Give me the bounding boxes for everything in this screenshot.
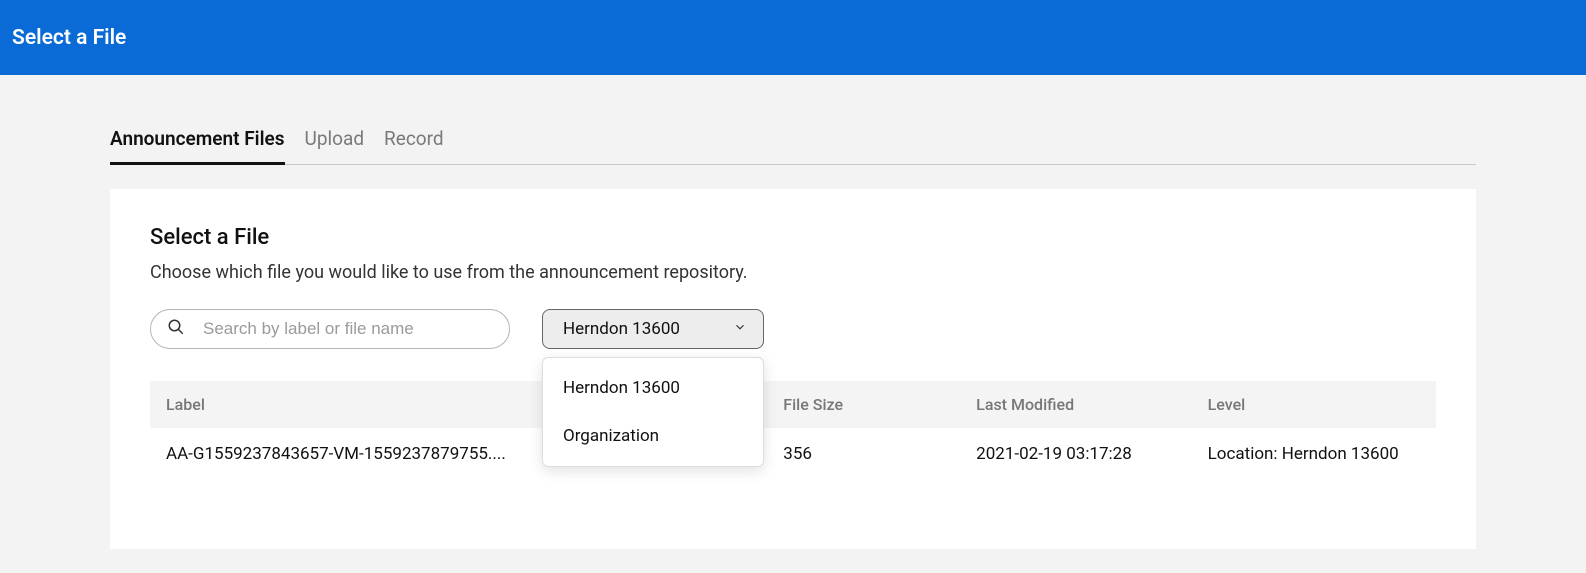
panel-description: Choose which file you would like to use … xyxy=(150,262,1436,283)
dropdown-option-organization[interactable]: Organization xyxy=(543,412,763,460)
search-input[interactable] xyxy=(203,319,493,339)
search-icon xyxy=(167,318,185,340)
files-table: Label File Size Last Modified Level AA-G… xyxy=(150,381,1436,480)
cell-level: Location: Herndon 13600 xyxy=(1192,428,1436,480)
tab-announcement-files[interactable]: Announcement Files xyxy=(110,127,285,165)
header-title: Select a File xyxy=(12,26,126,50)
cell-lastmodified: 2021-02-19 03:17:28 xyxy=(960,428,1191,480)
dropdown-selected-label: Herndon 13600 xyxy=(563,319,680,339)
panel: Select a File Choose which file you woul… xyxy=(110,189,1476,549)
tab-upload[interactable]: Upload xyxy=(305,127,365,164)
dropdown-option-herndon[interactable]: Herndon 13600 xyxy=(543,364,763,412)
col-header-filesize[interactable]: File Size xyxy=(767,381,960,428)
cell-filesize: 356 xyxy=(767,428,960,480)
location-dropdown: Herndon 13600 Herndon 13600 Organization xyxy=(542,309,764,349)
col-header-lastmodified[interactable]: Last Modified xyxy=(960,381,1191,428)
panel-title: Select a File xyxy=(150,225,1436,250)
location-dropdown-menu: Herndon 13600 Organization xyxy=(542,357,764,467)
tab-record[interactable]: Record xyxy=(384,127,444,164)
chevron-down-icon xyxy=(733,319,747,339)
table-row[interactable]: AA-G1559237843657-VM-1559237879755.... 3… xyxy=(150,428,1436,480)
controls-row: Herndon 13600 Herndon 13600 Organization xyxy=(150,309,1436,349)
header-bar: Select a File xyxy=(0,0,1586,75)
location-dropdown-button[interactable]: Herndon 13600 xyxy=(542,309,764,349)
tabs-bar: Announcement Files Upload Record xyxy=(110,127,1476,165)
cell-label: AA-G1559237843657-VM-1559237879755.... xyxy=(166,444,506,464)
content-area: Announcement Files Upload Record Select … xyxy=(0,127,1586,549)
search-box[interactable] xyxy=(150,309,510,349)
col-header-level[interactable]: Level xyxy=(1192,381,1436,428)
table-header-row: Label File Size Last Modified Level xyxy=(150,381,1436,428)
